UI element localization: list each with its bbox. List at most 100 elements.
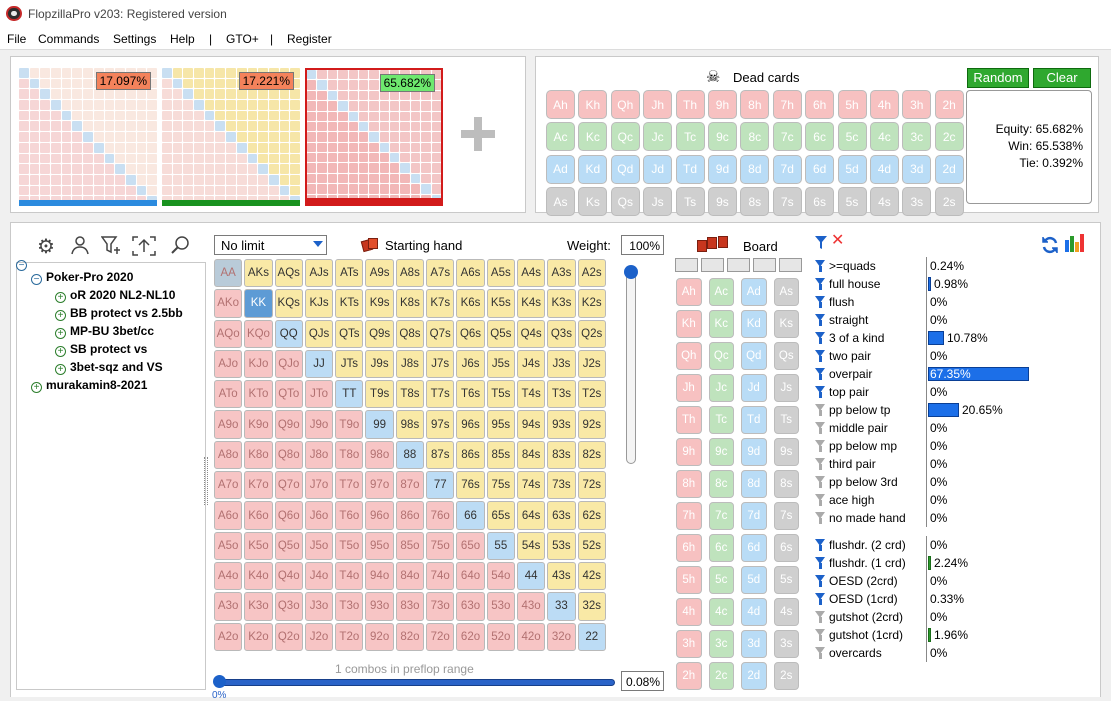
hand-cell-k8o[interactable]: K8o [244,440,273,470]
board-card-8c[interactable]: 8c [708,469,734,499]
limit-select[interactable]: No limit [214,235,327,255]
board-card-6h[interactable]: 6h [676,533,702,563]
stat-filter-icon[interactable] [815,350,826,362]
hand-cell-82o[interactable]: 82o [395,622,425,651]
board-slot[interactable] [779,258,802,272]
hand-cell-j3s[interactable]: J3s [547,349,576,379]
hand-cell-ajs[interactable]: AJs [304,259,334,288]
hand-cell-kqo[interactable]: KQo [244,319,273,348]
board-card-As[interactable]: As [773,278,799,307]
hand-cell-98s[interactable]: 98s [395,410,425,439]
hand-cell-43o[interactable]: 43o [516,592,546,621]
dead-card-Kh[interactable]: Kh [578,90,608,119]
dead-card-5c[interactable]: 5c [837,122,867,152]
board-card-8d[interactable]: 8d [741,469,767,499]
dead-card-Ac[interactable]: Ac [546,122,575,152]
hand-cell-jts[interactable]: JTs [335,349,364,379]
stat-filter-icon[interactable] [815,539,826,551]
tree-expand-icon[interactable]: + [55,310,66,321]
board-card-Ah[interactable]: Ah [676,278,702,307]
dead-card-Td[interactable]: Td [675,154,705,184]
hand-cell-99[interactable]: 99 [365,410,394,439]
hand-cell-83s[interactable]: 83s [547,440,576,470]
hand-cell-t8s[interactable]: T8s [395,380,425,409]
settings-gear-icon[interactable]: ⚙ [34,235,58,259]
hand-cell-k3s[interactable]: K3s [547,289,576,318]
hand-cell-a4s[interactable]: A4s [516,259,546,288]
hand-cell-q4o[interactable]: Q4o [274,561,303,591]
hand-cell-a2s[interactable]: A2s [577,259,606,288]
dead-card-As[interactable]: As [546,187,575,217]
dead-card-3d[interactable]: 3d [902,154,932,184]
stat-filter-icon[interactable] [815,314,826,326]
hand-cell-95o[interactable]: 95o [365,531,394,560]
hand-cell-ako[interactable]: AKo [214,289,243,318]
dead-card-Qc[interactable]: Qc [610,122,640,152]
hand-cell-94s[interactable]: 94s [516,410,546,439]
hand-cell-t9s[interactable]: T9s [365,380,394,409]
board-card-Kh[interactable]: Kh [676,309,702,339]
hand-cell-k5o[interactable]: K5o [244,531,273,560]
board-card-7d[interactable]: 7d [741,501,767,531]
dead-card-Th[interactable]: Th [675,90,705,119]
hand-cell-k7s[interactable]: K7s [426,289,455,318]
dead-card-Ad[interactable]: Ad [546,154,575,184]
dead-card-6h[interactable]: 6h [805,90,835,119]
board-card-Qc[interactable]: Qc [708,341,734,371]
hand-cell-aa[interactable]: AA [214,259,243,288]
board-slot[interactable] [727,258,750,272]
hand-cell-q8o[interactable]: Q8o [274,440,303,470]
dead-card-5h[interactable]: 5h [837,90,867,119]
menu-gto[interactable]: GTO+ [226,32,259,46]
hand-cell-a7s[interactable]: A7s [426,259,455,288]
board-card-Td[interactable]: Td [741,405,767,435]
hand-cell-63o[interactable]: 63o [456,592,485,621]
board-card-Ts[interactable]: Ts [773,405,799,435]
hand-cell-94o[interactable]: 94o [365,561,394,591]
hand-cell-q3s[interactable]: Q3s [547,319,576,348]
hand-cell-92s[interactable]: 92s [577,410,606,439]
hand-cell-j2o[interactable]: J2o [304,622,334,651]
board-card-5s[interactable]: 5s [773,565,799,595]
hand-cell-k3o[interactable]: K3o [244,592,273,621]
hand-cell-88[interactable]: 88 [395,440,425,470]
stat-row[interactable]: two pair 0% [815,347,1055,365]
combo-slider[interactable] [218,679,615,686]
hand-cell-k2s[interactable]: K2s [577,289,606,318]
hand-cell-42o[interactable]: 42o [516,622,546,651]
hand-cell-98o[interactable]: 98o [365,440,394,470]
board-card-2c[interactable]: 2c [708,661,734,691]
tree-expand-icon[interactable]: + [55,328,66,339]
board-card-Ac[interactable]: Ac [708,278,734,307]
hand-cell-qjo[interactable]: QJo [274,349,303,379]
stat-filter-icon[interactable] [815,575,826,587]
board-card-3c[interactable]: 3c [708,629,734,659]
hand-cell-63s[interactable]: 63s [547,501,576,530]
stat-row[interactable]: flushdr. (2 crd) 0% [815,536,1055,554]
dead-card-Qh[interactable]: Qh [610,90,640,119]
stat-filter-icon[interactable] [815,458,826,470]
board-card-Ad[interactable]: Ad [741,278,767,307]
hand-cell-t7o[interactable]: T7o [335,471,364,500]
hand-cell-a8o[interactable]: A8o [214,440,243,470]
hand-cell-q2s[interactable]: Q2s [577,319,606,348]
hand-cell-j4o[interactable]: J4o [304,561,334,591]
dead-card-4c[interactable]: 4c [869,122,899,152]
add-range-icon[interactable] [461,117,495,151]
hand-cell-q4s[interactable]: Q4s [516,319,546,348]
tree-node[interactable]: + oR 2020 NL2-NL10 [55,288,175,303]
hand-cell-j9s[interactable]: J9s [365,349,394,379]
dead-card-8d[interactable]: 8d [740,154,770,184]
board-card-4d[interactable]: 4d [741,597,767,627]
hand-cell-64s[interactable]: 64s [516,501,546,530]
zoom-input[interactable]: 0.08% [621,671,664,691]
stat-row[interactable]: no made hand 0% [815,509,1055,527]
menu-settings[interactable]: Settings [113,32,156,46]
range-thumbnail[interactable]: 17.097% [19,68,157,206]
dead-card-4h[interactable]: 4h [869,90,899,119]
tree-expand-icon[interactable]: + [31,382,42,393]
stat-row[interactable]: >=quads 0.24% [815,257,1055,275]
hand-cell-54s[interactable]: 54s [516,531,546,560]
board-card-Qs[interactable]: Qs [773,341,799,371]
hand-cell-77[interactable]: 77 [426,471,455,500]
